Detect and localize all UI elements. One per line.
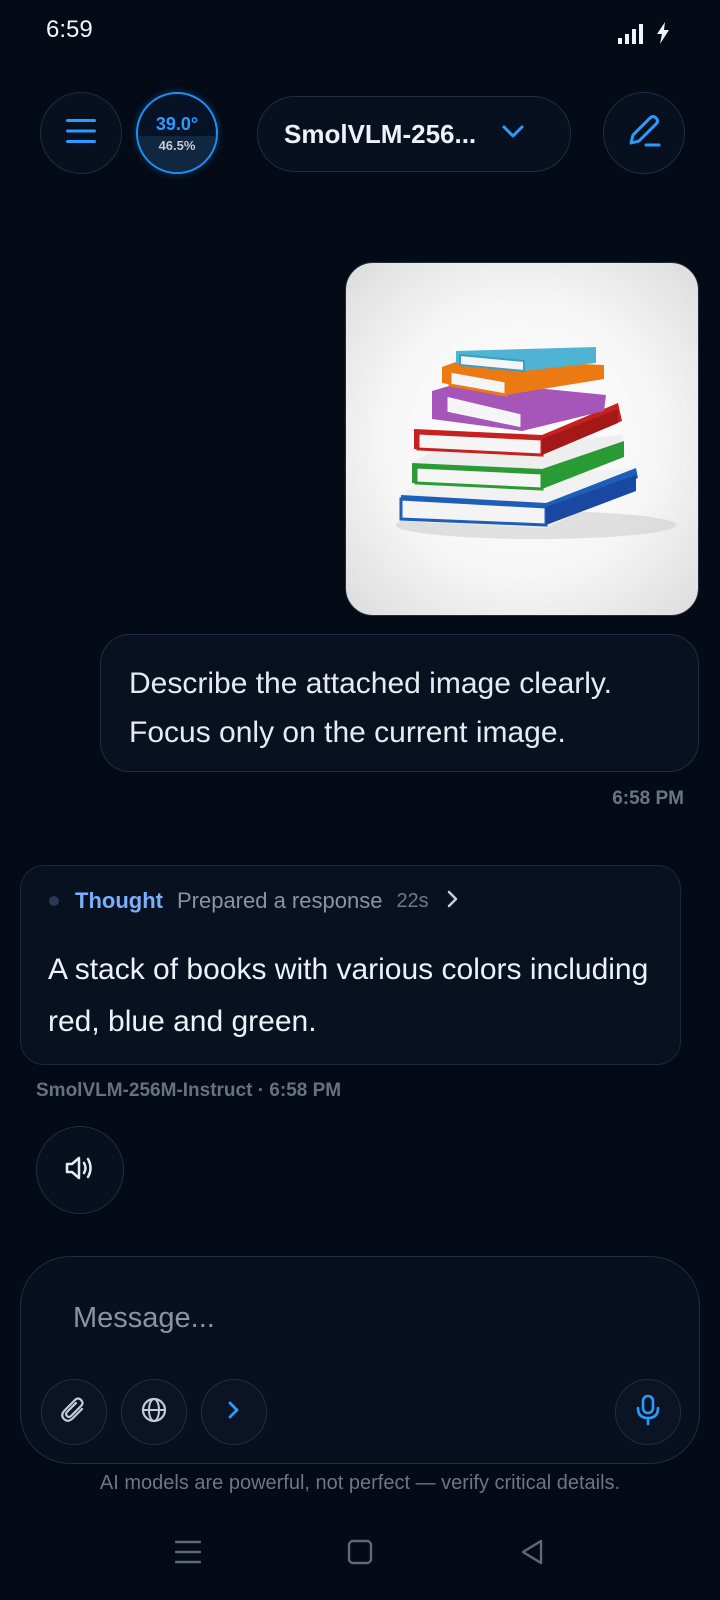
thought-duration: 22s — [396, 889, 429, 912]
status-icons — [618, 22, 670, 49]
message-composer — [20, 1256, 700, 1464]
ai-disclaimer: AI models are powerful, not perfect — ve… — [99, 1472, 621, 1494]
charging-icon — [656, 22, 670, 49]
microphone-icon — [635, 1394, 661, 1431]
speaker-icon — [65, 1155, 95, 1186]
home-button[interactable] — [340, 1534, 380, 1574]
model-selector[interactable]: SmolVLM-256... — [257, 96, 571, 172]
hamburger-menu-icon — [66, 118, 96, 149]
web-search-button[interactable] — [121, 1379, 187, 1445]
chevron-right-icon — [227, 1400, 241, 1425]
attach-button[interactable] — [41, 1379, 107, 1445]
globe-icon — [140, 1396, 168, 1429]
new-chat-button[interactable] — [603, 92, 685, 174]
voice-input-button[interactable] — [615, 1379, 681, 1445]
usage-percent: 46.5% — [158, 138, 196, 153]
thought-status-dot — [49, 896, 59, 906]
books-stack-image — [396, 347, 676, 539]
user-message-time: 6:58 PM — [612, 788, 684, 809]
thought-toggle[interactable]: Thought Prepared a response 22s — [49, 888, 459, 914]
assistant-message-text: A stack of books with various colors inc… — [48, 953, 649, 1038]
back-button[interactable] — [512, 1534, 552, 1574]
expand-tools-button[interactable] — [201, 1379, 267, 1445]
thought-label: Thought — [75, 888, 163, 913]
chevron-down-icon — [502, 125, 524, 144]
assistant-message-meta: SmolVLM-256M-Instruct · 6:58 PM — [36, 1080, 342, 1101]
recent-apps-icon — [174, 1540, 202, 1569]
pencil-icon — [626, 113, 662, 154]
temperature-value: 39.0° — [155, 114, 199, 134]
signal-icon — [618, 24, 644, 49]
user-message-text: Describe the attached image clearly. Foc… — [129, 667, 613, 749]
speak-button[interactable] — [36, 1126, 124, 1214]
thought-status: Prepared a response — [176, 888, 383, 913]
recent-apps-button[interactable] — [168, 1534, 208, 1574]
back-icon — [519, 1538, 545, 1571]
paperclip-icon — [60, 1396, 88, 1429]
attached-image[interactable] — [345, 262, 699, 616]
home-icon — [347, 1539, 373, 1570]
chevron-right-icon — [447, 890, 459, 913]
menu-button[interactable] — [40, 92, 122, 174]
model-name: SmolVLM-256... — [284, 118, 477, 149]
device-temperature-badge[interactable]: 39.0° 46.5% — [136, 92, 218, 174]
assistant-message-card: Thought Prepared a response 22s A stack … — [20, 865, 681, 1065]
status-time: 6:59 — [46, 16, 93, 43]
user-message-bubble[interactable]: Describe the attached image clearly. Foc… — [100, 634, 699, 772]
message-input[interactable] — [73, 1293, 633, 1343]
